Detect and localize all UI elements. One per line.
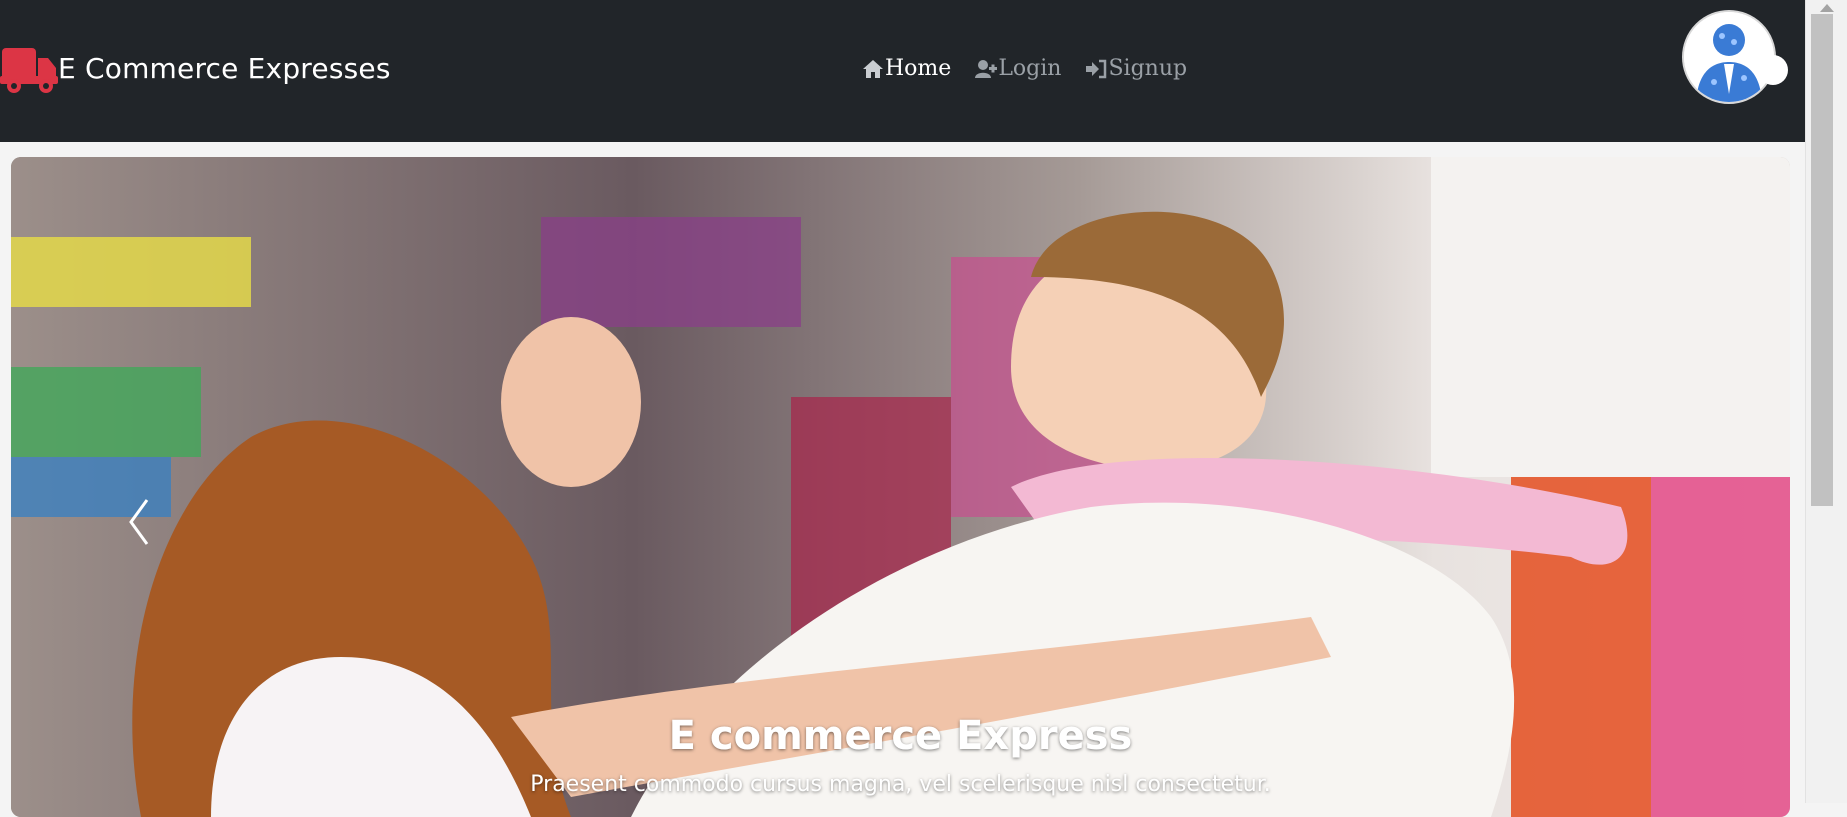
- avatar-image: [1684, 12, 1774, 102]
- scroll-up-arrow-icon[interactable]: [1820, 4, 1834, 12]
- nav-link-signup[interactable]: Signup: [1085, 56, 1187, 81]
- home-icon: [863, 59, 883, 78]
- scroll-thumb[interactable]: [1811, 14, 1833, 506]
- user-plus-icon: [975, 59, 998, 78]
- truck-icon: [0, 48, 58, 93]
- nav-link-home[interactable]: Home: [862, 56, 951, 81]
- caption-title: E commerce Express: [668, 713, 1133, 759]
- navbar: E Commerce Expresses Home Login Signup: [0, 0, 1805, 142]
- brand-link[interactable]: E Commerce Expresses: [0, 44, 391, 94]
- caption-text: Praesent commodo cursus magna, vel scele…: [530, 772, 1271, 797]
- carousel-caption: E commerce Express Praesent commodo curs…: [11, 712, 1790, 797]
- page-scrollbar[interactable]: [1805, 0, 1847, 803]
- hero-carousel: E commerce Express Praesent commodo curs…: [11, 157, 1790, 817]
- nav-link-label: Login: [998, 56, 1062, 81]
- carousel-prev-button[interactable]: [121, 492, 161, 552]
- nav-link-label: Signup: [1108, 56, 1188, 81]
- sign-in-icon: [1086, 59, 1107, 78]
- chevron-left-icon: [129, 499, 149, 545]
- nav-link-login[interactable]: Login: [975, 56, 1061, 81]
- status-dot: [1758, 55, 1788, 85]
- nav-link-label: Home: [885, 56, 952, 81]
- nav-links: Home Login Signup: [862, 56, 1211, 81]
- brand-label: E Commerce Expresses: [58, 52, 391, 85]
- user-avatar[interactable]: [1682, 10, 1776, 104]
